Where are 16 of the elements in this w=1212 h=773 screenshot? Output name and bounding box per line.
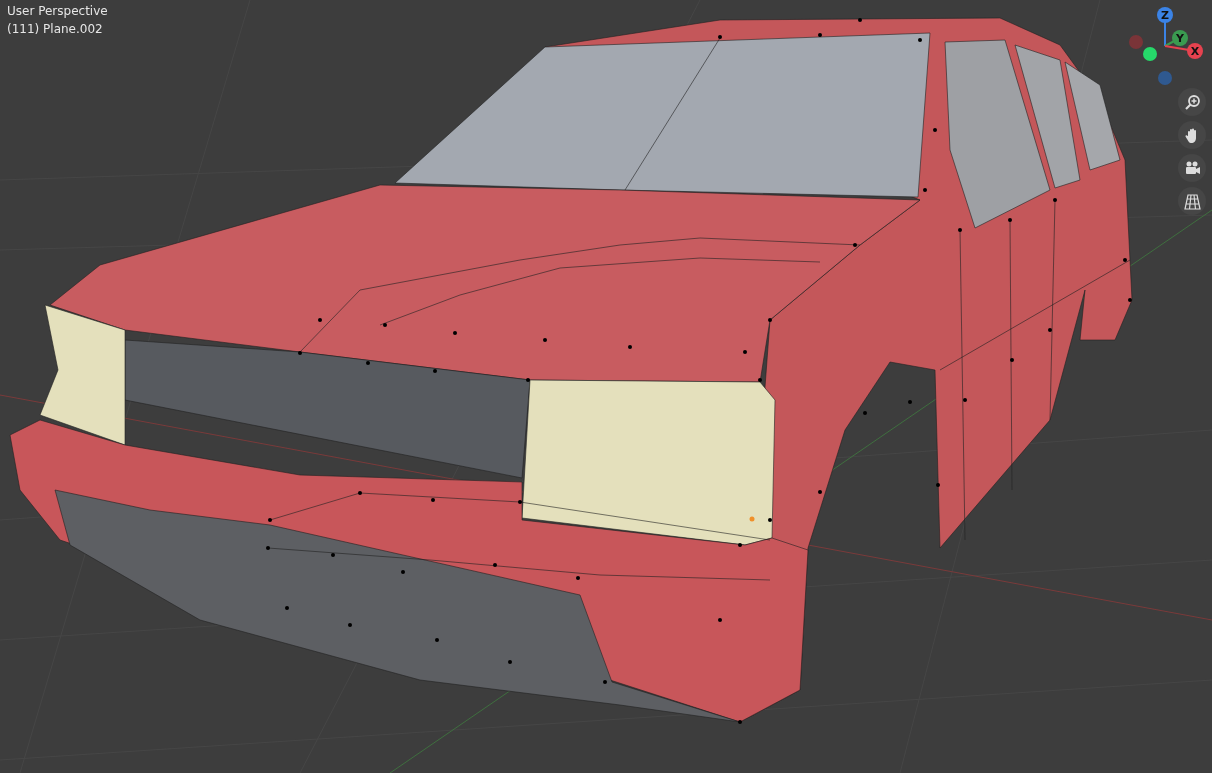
zoom-button[interactable] — [1178, 88, 1206, 116]
ortho-button[interactable] — [1178, 187, 1206, 215]
magnifier-icon — [1183, 93, 1201, 111]
axis-handle[interactable] — [1143, 47, 1157, 61]
axis-handle[interactable]: X — [1187, 43, 1203, 59]
3d-viewport[interactable]: User Perspective (111) Plane.002 Z Y X — [0, 0, 1212, 773]
view-label: User Perspective — [7, 4, 108, 18]
axis-handle[interactable]: Z — [1157, 7, 1173, 23]
axis-handle[interactable]: Y — [1172, 30, 1188, 46]
pan-button[interactable] — [1178, 121, 1206, 149]
axis-handle[interactable] — [1158, 71, 1172, 85]
axis-handle[interactable] — [1129, 35, 1143, 49]
camera-button[interactable] — [1178, 154, 1206, 182]
grid-icon — [1183, 192, 1201, 210]
object-label: (111) Plane.002 — [7, 22, 104, 36]
camera-icon — [1183, 159, 1201, 177]
